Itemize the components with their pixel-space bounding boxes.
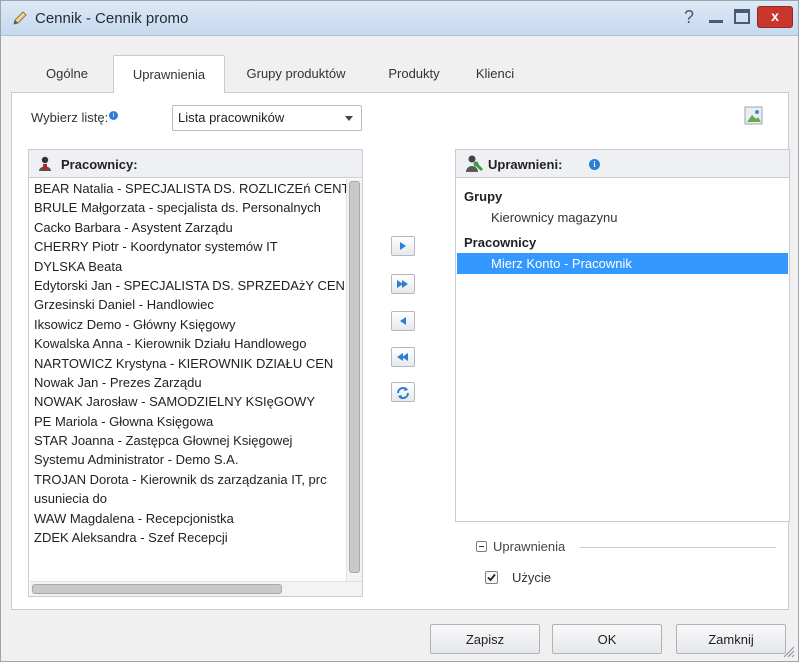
list-item[interactable]: Systemu Administrator - Demo S.A. [30, 450, 346, 469]
double-arrow-right-icon [397, 280, 408, 288]
tab-product-groups[interactable]: Grupy produktów [227, 55, 365, 93]
help-button[interactable]: ? [678, 6, 700, 28]
authorized-panel-header: Uprawnieni: i [456, 150, 789, 178]
tab-permissions[interactable]: Uprawnienia [113, 55, 225, 94]
list-item[interactable]: NARTOWICZ Krystyna - KIEROWNIK DZIAŁU CE… [30, 354, 346, 373]
list-item[interactable]: Iksowicz Demo - Główny Księgowy [30, 315, 346, 334]
employees-list[interactable]: BEAR Natalia - SPECJALISTA DS. ROZLICZEń… [30, 179, 346, 581]
list-item[interactable]: CHERRY Piotr - Koordynator systemów IT [30, 237, 346, 256]
employees-panel: Pracownicy: BEAR Natalia - SPECJALISTA D… [28, 149, 363, 597]
close-window-button[interactable]: x [757, 6, 793, 28]
person-icon [39, 156, 51, 171]
employees-heading: Pracownicy [464, 235, 537, 250]
permissions-section: Uprawnienia [476, 539, 776, 555]
list-select-label-text: Wybierz listę: [31, 110, 109, 125]
refresh-icon [397, 387, 409, 399]
list-item[interactable]: BEAR Natalia - SPECJALISTA DS. ROZLICZEń… [30, 179, 346, 198]
usage-label: Użycie [512, 570, 552, 585]
tab-general[interactable]: Ogólne [27, 55, 107, 93]
list-item[interactable]: TROJAN Dorota - Kierownik ds zarządzania… [30, 470, 346, 489]
list-item[interactable]: Kowalska Anna - Kierownik Działu Handlow… [30, 334, 346, 353]
list-item[interactable]: Grzesinski Daniel - Handlowiec [30, 295, 346, 314]
save-button[interactable]: Zapisz [430, 624, 540, 654]
maximize-button[interactable] [730, 6, 754, 28]
title-bar[interactable]: Cennik - Cennik promo ? x [1, 1, 798, 36]
list-select[interactable]: Lista pracowników [172, 105, 362, 131]
info-icon[interactable]: i [109, 110, 119, 120]
list-item[interactable]: usuniecia do [30, 489, 346, 508]
broken-image-icon [744, 106, 763, 125]
chevron-down-icon [345, 116, 353, 121]
permissions-section-title: Uprawnienia [493, 539, 566, 554]
section-divider [580, 547, 776, 548]
info-icon[interactable]: i [589, 159, 600, 170]
close-button[interactable]: Zamknij [676, 624, 786, 654]
list-item[interactable]: STAR Joanna - Zastępca Głownej Księgowej [30, 431, 346, 450]
employees-panel-title: Pracownicy: [61, 157, 138, 172]
groups-heading: Grupy [464, 189, 503, 204]
list-item[interactable]: NOWAK Jarosław - SAMODZIELNY KSIęGOWY [30, 392, 346, 411]
list-select-value: Lista pracowników [178, 110, 285, 125]
list-item[interactable]: Edytorski Jan - SPECJALISTA DS. SPRZEDAż… [30, 276, 346, 295]
vertical-scrollbar[interactable] [346, 179, 362, 581]
tab-products[interactable]: Produkty [371, 55, 457, 93]
move-right-button[interactable] [391, 236, 415, 256]
authorized-panel: Uprawnieni: i Grupy Kierownicy magazynu … [455, 149, 790, 522]
refresh-button[interactable] [391, 382, 415, 402]
list-item[interactable]: BRULE Małgorzata - specjalista ds. Perso… [30, 198, 346, 217]
pencil-icon [13, 11, 27, 25]
vertical-scrollbar-thumb[interactable] [349, 181, 360, 573]
ok-button[interactable]: OK [552, 624, 662, 654]
resize-grip-icon[interactable] [781, 644, 795, 658]
employees-panel-header: Pracownicy: [29, 150, 362, 178]
move-all-left-button[interactable] [391, 347, 415, 367]
list-item[interactable]: Kierownicy magazynu [457, 207, 788, 228]
authorized-list: Grupy Kierownicy magazynu Pracownicy Mie… [457, 187, 788, 274]
usage-checkbox[interactable] [485, 571, 498, 584]
authorized-panel-title: Uprawnieni: [488, 157, 563, 172]
arrow-right-icon [400, 242, 406, 250]
window-title: Cennik - Cennik promo [35, 10, 189, 27]
list-item[interactable]: Nowak Jan - Prezes Zarządu [30, 373, 346, 392]
collapse-toggle[interactable] [476, 541, 487, 552]
horizontal-scrollbar[interactable] [30, 581, 362, 596]
double-arrow-left-icon [397, 353, 408, 361]
users-key-icon [466, 155, 484, 172]
tab-bar: Ogólne Uprawnienia Grupy produktów Produ… [11, 55, 789, 94]
dialog-window: Cennik - Cennik promo ? x Ogólne Uprawni… [0, 0, 799, 662]
list-item[interactable]: Mierz Konto - Pracownik [457, 253, 788, 274]
move-all-right-button[interactable] [391, 274, 415, 294]
list-item[interactable]: WAW Magdalena - Recepcjonistka [30, 509, 346, 528]
arrow-left-icon [400, 317, 406, 325]
move-left-button[interactable] [391, 311, 415, 331]
minimize-button[interactable] [704, 6, 728, 28]
tab-clients[interactable]: Klienci [457, 55, 533, 93]
list-select-label: Wybierz listę: i [31, 110, 119, 125]
list-item[interactable]: ZDEK Aleksandra - Szef Recepcji [30, 528, 346, 547]
list-item[interactable]: DYLSKA Beata [30, 257, 346, 276]
list-item[interactable]: Cacko Barbara - Asystent Zarządu [30, 218, 346, 237]
horizontal-scrollbar-thumb[interactable] [32, 584, 282, 594]
list-item[interactable]: PE Mariola - Głowna Księgowa [30, 412, 346, 431]
checkmark-icon [487, 573, 496, 582]
